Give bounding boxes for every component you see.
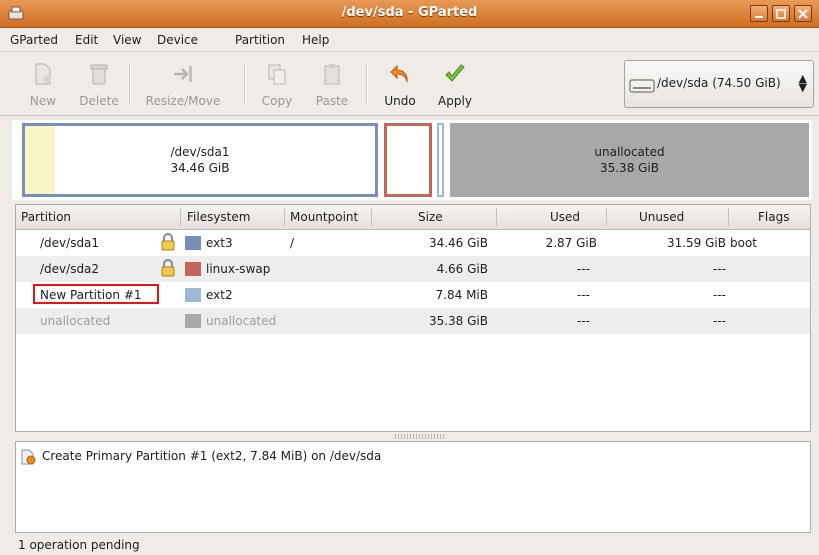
filesystem: linux-swap: [206, 262, 271, 276]
toolbar-separator: [366, 64, 368, 104]
toolbar-separator: [244, 64, 246, 104]
toolbar-separator: [129, 64, 131, 104]
table-row[interactable]: New Partition #1 ext2 7.84 MiB --- ---: [16, 282, 810, 308]
hard-disk-icon: [629, 79, 655, 93]
column-size[interactable]: Size: [418, 210, 443, 224]
column-filesystem[interactable]: Filesystem: [187, 210, 250, 224]
unallocated-block[interactable]: unallocated 35.38 GiB: [450, 123, 809, 197]
partition-name: New Partition #1: [40, 288, 142, 302]
partition-name: unallocated: [40, 314, 111, 328]
resize-icon: [174, 66, 192, 82]
used: ---: [577, 314, 590, 328]
column-separator: [606, 208, 607, 226]
undo-button[interactable]: Undo: [378, 56, 422, 112]
checkmark-icon: [445, 64, 465, 82]
used: ---: [577, 288, 590, 302]
filesystem: ext3: [206, 236, 233, 250]
flags: boot: [730, 236, 758, 250]
unallocated-label: unallocated: [594, 145, 665, 159]
filesystem: unallocated: [206, 314, 277, 328]
unused: ---: [713, 262, 726, 276]
apply-button[interactable]: Apply: [430, 56, 480, 112]
column-separator: [180, 208, 181, 226]
partition-label: /dev/sda1: [170, 145, 230, 159]
minimize-icon: [755, 16, 763, 18]
device-selector[interactable]: /dev/sda (74.50 GiB) ▲ ▼: [624, 60, 814, 108]
menu-partition[interactable]: Partition: [235, 33, 285, 47]
minimize-button[interactable]: [750, 5, 768, 22]
used: ---: [577, 262, 590, 276]
size: 4.66 GiB: [436, 262, 488, 276]
menu-help[interactable]: Help: [302, 33, 329, 47]
unallocated-size: 35.38 GiB: [599, 161, 660, 175]
column-partition[interactable]: Partition: [21, 210, 71, 224]
column-used[interactable]: Used: [550, 210, 580, 224]
partition-block-sda1[interactable]: /dev/sda1 34.46 GiB: [22, 123, 378, 197]
partition-block-new[interactable]: [437, 123, 444, 197]
unused: ---: [713, 288, 726, 302]
close-button[interactable]: [794, 5, 812, 22]
menu-edit[interactable]: Edit: [75, 33, 98, 47]
partition-block-sda2[interactable]: [384, 123, 432, 197]
paste-button[interactable]: Paste: [308, 56, 356, 112]
partition-size: 34.46 GiB: [170, 161, 230, 175]
spinner-arrows-icon: ▲ ▼: [798, 72, 807, 94]
table-row[interactable]: /dev/sda2 linux-swap 4.66 GiB --- ---: [16, 256, 810, 282]
new-partition-icon: [35, 63, 51, 85]
unused: ---: [713, 314, 726, 328]
lock-icon: [161, 233, 175, 251]
filesystem-color-swatch: [185, 236, 201, 250]
size: 34.46 GiB: [428, 236, 488, 250]
copy-button[interactable]: Copy: [255, 56, 299, 112]
filesystem-color-swatch: [185, 314, 201, 328]
maximize-icon: [776, 9, 786, 19]
partition-table: Partition Filesystem Mountpoint Size Use…: [15, 204, 811, 432]
operation-item[interactable]: Create Primary Partition #1 (ext2, 7.84 …: [42, 449, 381, 463]
menu-device[interactable]: Device: [157, 33, 198, 47]
window-title: /dev/sda - GParted: [341, 5, 478, 20]
table-row[interactable]: unallocated unallocated 35.38 GiB --- --…: [16, 308, 810, 334]
size: 7.84 MiB: [435, 288, 488, 302]
column-separator: [284, 208, 285, 226]
mountpoint: /: [290, 236, 295, 250]
menu-view[interactable]: View: [113, 33, 141, 47]
undo-icon: [390, 64, 408, 83]
close-icon: [798, 9, 808, 19]
copy-icon: [268, 64, 286, 85]
paste-icon: [324, 64, 340, 85]
filesystem: ext2: [206, 288, 233, 302]
new-button[interactable]: New: [22, 56, 64, 112]
partition-name: /dev/sda1: [40, 236, 100, 250]
column-mountpoint[interactable]: Mountpoint: [290, 210, 358, 224]
pending-operations-panel: Create Primary Partition #1 (ext2, 7.84 …: [15, 441, 811, 533]
size: 35.38 GiB: [428, 314, 488, 328]
status-bar: 1 operation pending: [18, 538, 140, 552]
title-bar: /dev/sda - GParted: [0, 0, 819, 28]
disk-map: /dev/sda1 34.46 GiB unallocated 35.38 Gi…: [12, 120, 812, 200]
column-unused[interactable]: Unused: [639, 210, 684, 224]
column-flags[interactable]: Flags: [758, 210, 789, 224]
column-separator: [496, 208, 497, 226]
delete-button[interactable]: Delete: [74, 56, 124, 112]
pane-resize-handle[interactable]: [395, 434, 445, 439]
partition-name: /dev/sda2: [40, 262, 100, 276]
used: 2.87 GiB: [545, 236, 597, 250]
table-row[interactable]: /dev/sda1 ext3 / 34.46 GiB 2.87 GiB 31.5…: [16, 230, 810, 256]
menu-bar: GParted Edit View Device Partition Help: [0, 28, 819, 52]
filesystem-color-swatch: [185, 262, 201, 276]
filesystem-color-swatch: [185, 288, 201, 302]
trash-icon: [90, 64, 108, 85]
table-header: Partition Filesystem Mountpoint Size Use…: [16, 205, 810, 230]
column-separator: [371, 208, 372, 226]
lock-icon: [161, 259, 175, 277]
menu-gparted[interactable]: GParted: [10, 33, 58, 47]
maximize-button[interactable]: [772, 5, 790, 22]
unused: 31.59 GiB: [666, 236, 726, 250]
column-separator: [728, 208, 729, 226]
resize-move-button[interactable]: Resize/Move: [134, 56, 232, 112]
new-partition-operation-icon: [21, 449, 36, 465]
